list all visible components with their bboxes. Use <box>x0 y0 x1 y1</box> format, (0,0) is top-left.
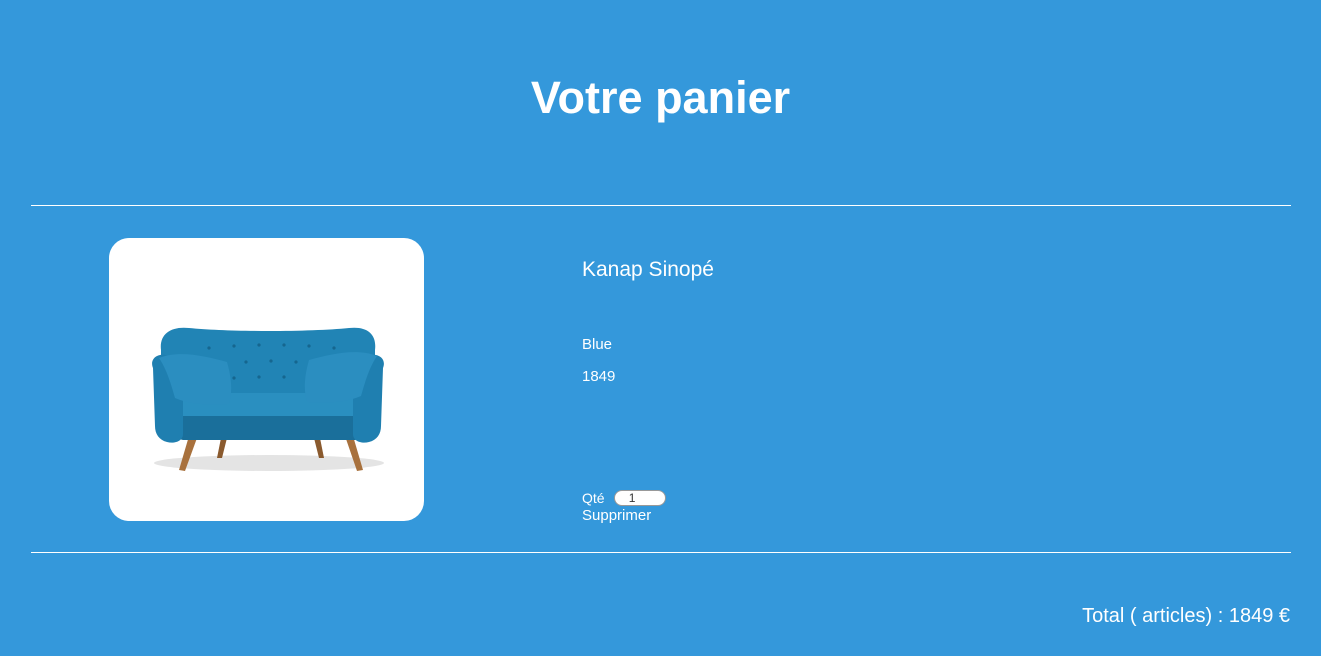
product-price: 1849 <box>582 368 616 385</box>
quantity-label: Qté <box>582 490 605 506</box>
top-divider <box>31 205 1291 206</box>
cart-page: Votre panier Kanap Sinopé Blue 1849 Qté … <box>0 0 1321 656</box>
delete-item-link[interactable]: Supprimer <box>582 507 651 525</box>
product-color: Blue <box>582 336 613 353</box>
quantity-input[interactable] <box>613 490 666 506</box>
bottom-divider <box>31 552 1291 553</box>
sofa-icon <box>152 327 384 471</box>
product-name: Kanap Sinopé <box>582 258 714 281</box>
cart-total: Total ( articles) : 1849 € <box>1082 605 1290 627</box>
page-title: Votre panier <box>530 72 791 123</box>
product-image <box>109 238 424 521</box>
quantity-row: Qté <box>582 488 666 508</box>
